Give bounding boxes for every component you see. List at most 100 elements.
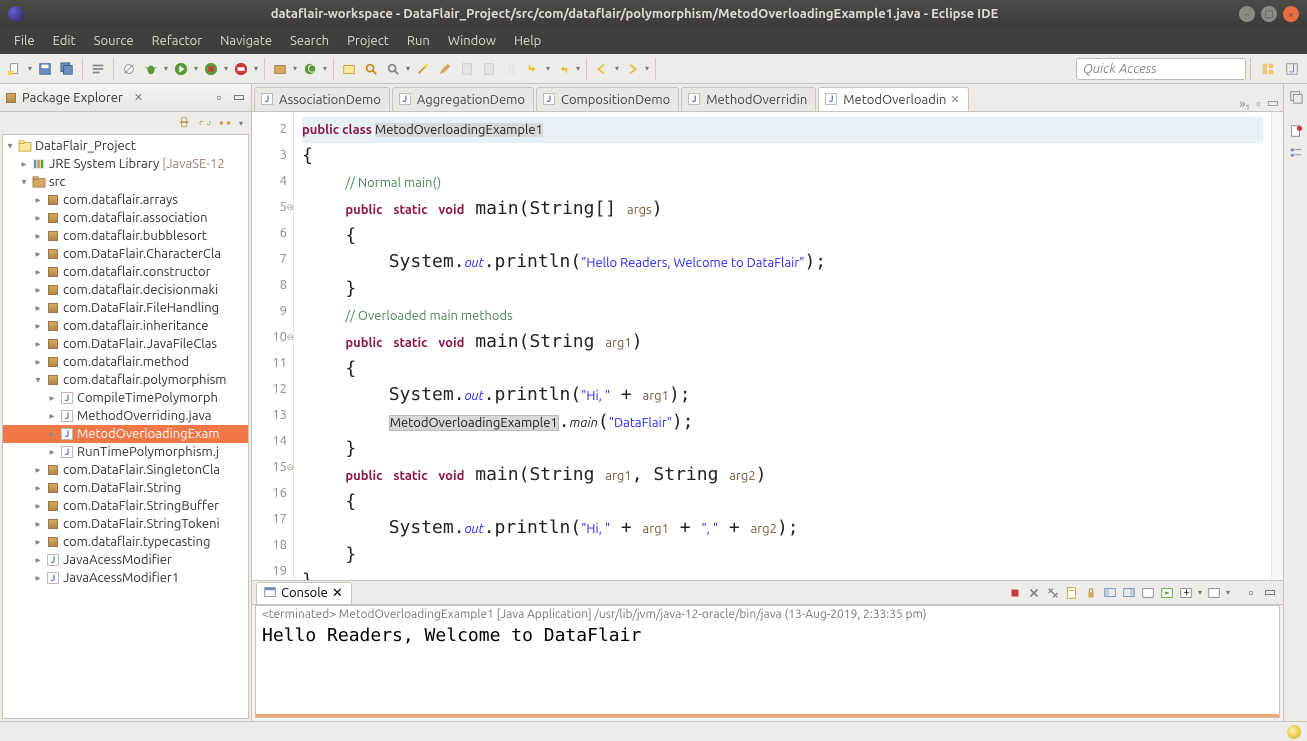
close-view-button[interactable]: ✕ <box>129 89 148 106</box>
editor-maximize-button[interactable]: ▭ <box>1267 96 1279 111</box>
wand-button[interactable] <box>412 58 434 80</box>
tree-row[interactable]: ▸com.DataFlair.String <box>3 479 248 497</box>
new-class-button[interactable]: C <box>299 58 321 80</box>
tree-row[interactable]: ▸com.dataflair.arrays <box>3 191 248 209</box>
tree-row[interactable]: ▸JCompileTimePolymorph <box>3 389 248 407</box>
editor-tab[interactable]: JCompositionDemo <box>536 87 679 111</box>
code-area[interactable]: public class MetodOverloadingExample1 { … <box>294 112 1271 580</box>
tree-row[interactable]: ▸com.DataFlair.SingletonCla <box>3 461 248 479</box>
clear-console-button[interactable] <box>1063 584 1081 602</box>
editor-tab[interactable]: JAggregationDemo <box>392 87 534 111</box>
project-tree[interactable]: ▾DataFlair_Project▸JRE System Library [J… <box>2 134 249 719</box>
console-minimize-button[interactable]: ▫ <box>1242 584 1260 602</box>
search-button-2[interactable] <box>382 58 404 80</box>
skip-breakpoints-button[interactable] <box>118 58 140 80</box>
tree-row[interactable]: ▸JJavaAcessModifier <box>3 551 248 569</box>
next-ann-button[interactable] <box>522 58 544 80</box>
tip-icon[interactable] <box>1287 725 1301 739</box>
menu-search[interactable]: Search <box>282 31 337 51</box>
tree-row[interactable]: ▸com.DataFlair.CharacterCla <box>3 245 248 263</box>
search-button-1[interactable] <box>360 58 382 80</box>
debug-button[interactable] <box>140 58 162 80</box>
run-last-button[interactable] <box>230 58 252 80</box>
edit-button[interactable] <box>434 58 456 80</box>
save-button[interactable] <box>34 58 56 80</box>
tree-row[interactable]: ▸JRE System Library [JavaSE-12 <box>3 155 248 173</box>
open-type-button[interactable] <box>338 58 360 80</box>
tree-row[interactable]: ▸com.DataFlair.JavaFileClas <box>3 335 248 353</box>
remove-all-button[interactable] <box>1044 584 1062 602</box>
menu-help[interactable]: Help <box>506 31 549 51</box>
editor-tab[interactable]: JAssociationDemo <box>254 87 390 111</box>
word-wrap-button[interactable] <box>1101 584 1119 602</box>
collapse-all-button[interactable] <box>177 115 193 131</box>
tree-row[interactable]: ▸com.dataflair.typecasting <box>3 533 248 551</box>
tree-row[interactable]: ▸com.DataFlair.StringTokeni <box>3 515 248 533</box>
editor-overflow-button[interactable]: »₁ <box>1239 97 1250 111</box>
forward-button[interactable] <box>621 58 643 80</box>
display-console-button[interactable] <box>1139 584 1157 602</box>
prev-ann-button[interactable] <box>552 58 574 80</box>
tree-row[interactable]: ▸JJavaAcessModifier1 <box>3 569 248 587</box>
overview-ruler[interactable] <box>1271 112 1283 580</box>
quick-access-input[interactable]: Quick Access <box>1076 58 1246 80</box>
run-button[interactable] <box>170 58 192 80</box>
menu-refactor[interactable]: Refactor <box>144 31 211 51</box>
pin-console-button[interactable] <box>1120 584 1138 602</box>
view-menu-button[interactable]: ▾ <box>237 117 245 129</box>
new-console-button[interactable] <box>1205 584 1223 602</box>
menu-edit[interactable]: Edit <box>45 31 84 51</box>
view-maximize-button[interactable]: ▭ <box>231 90 247 106</box>
task-button-3[interactable] <box>500 58 522 80</box>
outline-view-button[interactable] <box>1287 144 1305 162</box>
tree-row[interactable]: ▸com.dataflair.decisionmaki <box>3 281 248 299</box>
tree-row[interactable]: ▾DataFlair_Project <box>3 137 248 155</box>
tree-row[interactable]: ▸com.dataflair.inheritance <box>3 317 248 335</box>
editor-minimize-button[interactable]: ▫ <box>1256 96 1261 111</box>
close-tab-button[interactable]: ✕ <box>950 93 959 106</box>
menu-project[interactable]: Project <box>339 31 397 51</box>
link-with-editor-button[interactable] <box>197 115 213 131</box>
show-console-button[interactable] <box>1158 584 1176 602</box>
console-maximize-button[interactable]: ▭ <box>1261 584 1279 602</box>
filters-button[interactable] <box>217 115 233 131</box>
tree-row[interactable]: ▸JMethodOverriding.java <box>3 407 248 425</box>
editor-tab[interactable]: JMethodOverridin <box>681 87 816 111</box>
tree-row[interactable]: ▸com.dataflair.method <box>3 353 248 371</box>
toggle-breadcrumb-button[interactable] <box>87 58 109 80</box>
terminate-button[interactable] <box>1006 584 1024 602</box>
remove-launch-button[interactable] <box>1025 584 1043 602</box>
tree-row[interactable]: ▾src <box>3 173 248 191</box>
menu-file[interactable]: File <box>6 31 43 51</box>
editor-tab[interactable]: JMetodOverloadin✕ <box>818 87 968 111</box>
trim-restore-button[interactable] <box>1287 88 1305 106</box>
back-button[interactable] <box>591 58 613 80</box>
tree-row[interactable]: ▸com.dataflair.association <box>3 209 248 227</box>
menu-run[interactable]: Run <box>399 31 438 51</box>
coverage-button[interactable] <box>200 58 222 80</box>
open-perspective-button[interactable] <box>1257 58 1279 80</box>
tree-row[interactable]: ▸com.DataFlair.FileHandling <box>3 299 248 317</box>
tree-row[interactable]: ▸com.DataFlair.StringBuffer <box>3 497 248 515</box>
task-button-2[interactable] <box>478 58 500 80</box>
code-editor[interactable]: 2345⊖678910⊖1112131415⊖16171819 public c… <box>252 112 1283 581</box>
tasks-view-button[interactable] <box>1287 122 1305 140</box>
menu-source[interactable]: Source <box>86 31 142 51</box>
tree-row[interactable]: ▸JMetodOverloadingExam <box>3 425 248 443</box>
menu-navigate[interactable]: Navigate <box>212 31 280 51</box>
maximize-button[interactable]: ▢ <box>1261 6 1277 22</box>
new-button[interactable] <box>4 58 26 80</box>
save-all-button[interactable] <box>56 58 78 80</box>
task-button-1[interactable] <box>456 58 478 80</box>
tree-row[interactable]: ▾com.dataflair.polymorphism <box>3 371 248 389</box>
view-minimize-button[interactable]: ▫ <box>211 90 227 106</box>
open-console-button[interactable]: + <box>1177 584 1195 602</box>
menu-window[interactable]: Window <box>440 31 504 51</box>
java-perspective-button[interactable]: J <box>1281 58 1303 80</box>
new-package-button[interactable] <box>269 58 291 80</box>
tree-row[interactable]: ▸com.dataflair.constructor <box>3 263 248 281</box>
tree-row[interactable]: ▸JRunTimePolymorphism.j <box>3 443 248 461</box>
minimize-button[interactable]: – <box>1239 6 1255 22</box>
tree-row[interactable]: ▸com.dataflair.bubblesort <box>3 227 248 245</box>
console-tab[interactable]: Console ✕ <box>256 582 352 604</box>
